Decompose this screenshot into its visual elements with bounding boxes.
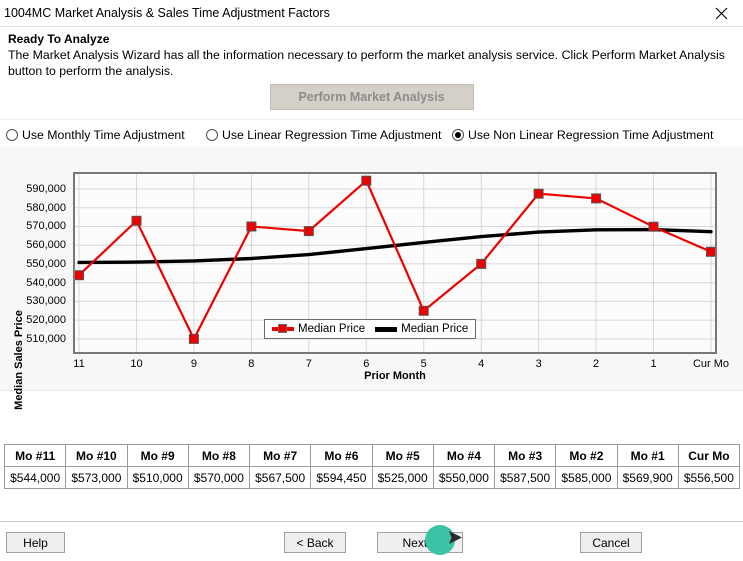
table-header-cell: Cur Mo	[677, 444, 741, 467]
table-value-cell: $569,900	[616, 466, 679, 489]
x-axis-tick-label: 1	[650, 358, 657, 370]
legend-item-median-price-points: Median Price	[272, 323, 365, 335]
x-axis-tick-label: 4	[478, 358, 485, 370]
table-header-cell: Mo #11	[3, 444, 67, 467]
radio-button-icon	[206, 129, 218, 141]
status-description: The Market Analysis Wizard has all the i…	[8, 48, 725, 78]
radio-option-label: Use Non Linear Regression Time Adjustmen…	[468, 128, 714, 142]
y-axis-tick-label: 550,000	[26, 257, 66, 270]
x-axis-tick-label: Cur Mo	[692, 358, 730, 370]
back-button[interactable]: < Back	[284, 532, 346, 553]
x-axis-tick-label: 2	[593, 358, 600, 370]
x-axis-tick-label: 7	[305, 358, 312, 370]
x-axis-tick-label: 10	[130, 358, 143, 370]
y-axis-tick-label: 570,000	[26, 220, 66, 233]
radio-option-2[interactable]: Use Non Linear Regression Time Adjustmen…	[452, 128, 713, 142]
table-value-cell: $594,450	[310, 466, 373, 489]
chart-inner: Median Sales Price Prior Month Median Pr…	[0, 146, 729, 410]
table-value-cell: $510,000	[126, 466, 189, 489]
legend-marker-red-icon	[272, 324, 294, 333]
x-axis-tick-label: 3	[535, 358, 542, 370]
table-header-cell: Mo #7	[248, 444, 312, 467]
radio-button-icon	[6, 129, 18, 141]
perform-market-analysis-button[interactable]: Perform Market Analysis	[269, 84, 474, 110]
legend-label-1: Median Price	[298, 323, 366, 335]
table-value-cell: $573,000	[65, 466, 128, 489]
x-axis-tick-label: 8	[248, 358, 255, 370]
legend-marker-black-icon	[375, 326, 398, 332]
status-title: Ready To Analyze	[8, 32, 110, 46]
y-axis-tick-label: 520,000	[26, 314, 66, 327]
table-header-cell: Mo #9	[126, 444, 189, 467]
radio-dot-icon	[455, 132, 461, 138]
help-button[interactable]: Help	[6, 532, 65, 553]
chart-legend: Median Price Median Price	[264, 319, 477, 339]
close-button[interactable]	[699, 0, 743, 27]
perform-button-row: Perform Market Analysis	[8, 84, 735, 110]
legend-item-median-price-trend: Median Price	[375, 323, 468, 335]
header-block: Ready To Analyze The Market Analysis Wiz…	[0, 27, 743, 110]
x-axis-tick-label: 5	[420, 358, 427, 370]
mouse-cursor-icon	[441, 527, 463, 549]
dialog-footer: Help < Back Next > Cancel	[0, 521, 743, 561]
table-header-cell: Mo #4	[432, 444, 496, 467]
table-value-cell: $556,500	[677, 466, 741, 489]
table-header-cell: Mo #8	[187, 444, 251, 467]
table-header-cell: Mo #5	[371, 444, 434, 467]
table-header-row: Mo #11 Mo #10 Mo #9 Mo #8 Mo #7 Mo #6 Mo #5 Mo …	[3, 444, 741, 467]
table-row: $544,000 $573,000 $510,000 $570,000 $567,500…	[3, 466, 741, 489]
y-axis-tick-label: 530,000	[26, 295, 66, 308]
y-axis-tick-label: 540,000	[26, 276, 66, 289]
window-title: 1004MC Market Analysis & Sales Time Adju…	[4, 6, 330, 20]
close-icon	[715, 7, 728, 20]
x-axis-tick-label: 11	[73, 358, 85, 370]
table-header-cell: Mo #6	[310, 444, 373, 467]
y-axis-tick-label: 560,000	[26, 239, 66, 252]
x-axis-title: Prior Month	[364, 370, 426, 382]
table-value-cell: $567,500	[248, 466, 312, 489]
month-data-table: Mo #11 Mo #10 Mo #9 Mo #8 Mo #7 Mo #6 Mo #5 Mo …	[3, 444, 741, 489]
table-value-cell: $550,000	[432, 466, 496, 489]
y-axis-tick-label: 590,000	[26, 182, 66, 195]
x-axis-tick-label: 6	[363, 358, 370, 370]
table-value-cell: $585,000	[555, 466, 618, 489]
y-axis-tick-label: 510,000	[26, 332, 66, 345]
table-value-cell: $544,000	[3, 466, 67, 489]
radio-button-icon	[452, 129, 464, 141]
table-header-cell: Mo #2	[555, 444, 618, 467]
table-value-cell: $587,500	[493, 466, 557, 489]
table-value-cell: $570,000	[187, 466, 251, 489]
y-axis-tick-label: 580,000	[26, 201, 66, 214]
table-header-cell: Mo #1	[616, 444, 679, 467]
radio-option-1[interactable]: Use Linear Regression Time Adjustment	[206, 128, 441, 142]
cancel-button[interactable]: Cancel	[580, 532, 642, 553]
month-data-table-wrapper: Mo #11 Mo #10 Mo #9 Mo #8 Mo #7 Mo #6 Mo #5 Mo …	[3, 444, 741, 489]
radio-option-label: Use Monthly Time Adjustment	[22, 128, 185, 142]
radio-option-0[interactable]: Use Monthly Time Adjustment	[6, 128, 185, 142]
table-header-cell: Mo #3	[493, 444, 557, 467]
radio-option-label: Use Linear Regression Time Adjustment	[222, 128, 442, 142]
legend-label-2: Median Price	[401, 323, 469, 335]
x-axis-tick-label: 9	[190, 358, 197, 370]
table-value-cell: $525,000	[371, 466, 434, 489]
table-header-cell: Mo #10	[65, 444, 128, 467]
chart-panel: Non Linear Sales Price Trend. Median Sal…	[0, 146, 743, 410]
window-title-bar: 1004MC Market Analysis & Sales Time Adju…	[0, 0, 743, 27]
